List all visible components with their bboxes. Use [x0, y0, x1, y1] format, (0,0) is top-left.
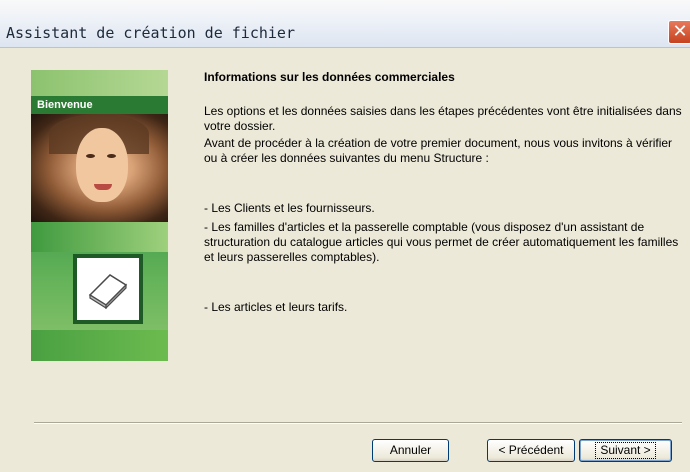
- document-icon-bg: [77, 258, 139, 320]
- photo-face: [76, 128, 128, 202]
- banner-stripe: [31, 70, 168, 96]
- next-button[interactable]: Suivant >: [579, 439, 672, 462]
- page-title: Informations sur les données commerciale…: [204, 70, 455, 84]
- list-item: - Les familles d'articles et la passerel…: [204, 220, 679, 264]
- info-paragraph: Les options et les données saisies dans …: [204, 104, 682, 133]
- title-bar[interactable]: Assistant de création de fichier ✕: [0, 0, 690, 48]
- list-item: - Les Clients et les fournisseurs.: [204, 201, 375, 215]
- cancel-button[interactable]: Annuler: [372, 439, 449, 462]
- wizard-window: Assistant de création de fichier ✕ Bienv…: [0, 0, 690, 472]
- banner-bottom: [31, 330, 168, 361]
- banner-band: [31, 222, 168, 252]
- next-button-label: Suivant >: [595, 442, 656, 459]
- wizard-content: Bienvenue Informations sur les données c…: [6, 48, 690, 472]
- close-button[interactable]: ✕: [668, 20, 690, 44]
- list-item: - Les articles et leurs tarifs.: [204, 300, 348, 314]
- window-title: Assistant de création de fichier: [6, 24, 295, 42]
- info-paragraph: Avant de procéder à la création de votre…: [204, 136, 673, 165]
- document-icon-frame: [73, 254, 143, 324]
- welcome-label: Bienvenue: [31, 96, 168, 114]
- button-divider: [34, 422, 682, 424]
- photo-eye: [86, 154, 95, 158]
- banner-photo: [31, 114, 168, 222]
- previous-button[interactable]: < Précédent: [487, 439, 575, 462]
- welcome-banner: Bienvenue: [31, 70, 168, 361]
- document-icon: [88, 274, 128, 309]
- close-icon: ✕: [672, 21, 688, 42]
- photo-eye: [107, 154, 116, 158]
